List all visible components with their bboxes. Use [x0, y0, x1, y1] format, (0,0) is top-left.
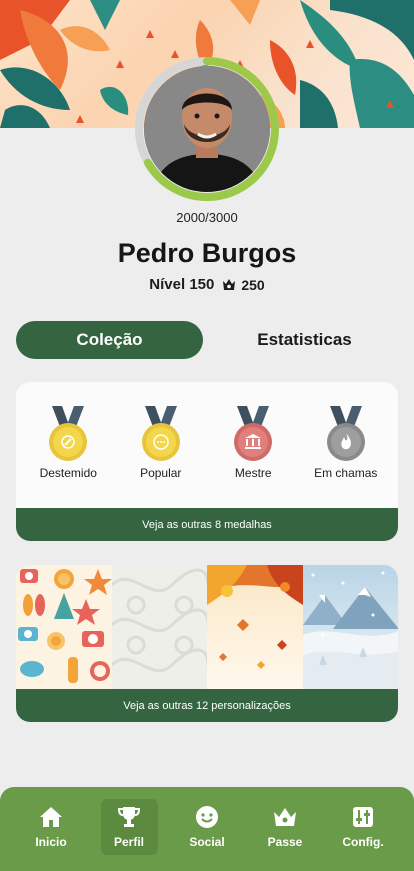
theme-winter[interactable] [302, 565, 398, 689]
theme-summer[interactable] [16, 565, 112, 689]
medal-popular[interactable]: Popular [117, 406, 205, 508]
medal-label: Popular [140, 466, 182, 480]
tab-colecao[interactable]: Coleção [16, 321, 203, 359]
avatar[interactable] [144, 66, 270, 192]
themes-card: Veja as outras 12 personalizações [16, 565, 398, 722]
medal-em-chamas[interactable]: Em chamas [302, 406, 390, 508]
theme-floral-pattern[interactable] [111, 565, 207, 689]
avatar-progress [134, 56, 280, 202]
smiley-icon [195, 805, 219, 829]
bottom-nav: Inicio Perfil Social Passe Config. [0, 787, 414, 871]
temple-icon [234, 406, 273, 461]
crown-coin-icon [223, 279, 236, 290]
trophy-icon [118, 805, 140, 829]
nav-label: Social [189, 835, 225, 849]
nav-label: Passe [267, 835, 303, 849]
medal-label: Em chamas [314, 466, 378, 480]
profile-tabs: Coleção Estatisticas [16, 321, 398, 359]
sliders-icon [352, 805, 374, 829]
themes-list [16, 565, 398, 689]
nav-inicio[interactable]: Inicio [23, 799, 80, 855]
medals-card: Destemido Popular Mestre Em chamas Veja … [16, 382, 398, 541]
profile-name: Pedro Burgos [117, 238, 297, 268]
see-more-medals-button[interactable]: Veja as outras 8 medalhas [16, 508, 398, 541]
nav-passe[interactable]: Passe [257, 799, 314, 855]
nav-config[interactable]: Config. [335, 799, 392, 855]
level-row: Nível 150 250 [0, 276, 414, 293]
coins-count: 250 [241, 276, 265, 293]
medal-destemido[interactable]: Destemido [24, 406, 112, 508]
flame-icon [326, 406, 365, 461]
compass-icon [49, 406, 88, 461]
crown-icon [273, 805, 297, 829]
tab-estatisticas[interactable]: Estatisticas [211, 321, 398, 359]
xp-counter: 2000/3000 [176, 210, 238, 225]
see-more-themes-button[interactable]: Veja as outras 12 personalizações [16, 689, 398, 722]
medal-label: Mestre [234, 466, 272, 480]
nav-social[interactable]: Social [179, 799, 236, 855]
nav-label: Config. [342, 835, 384, 849]
medal-label: Destemido [39, 466, 97, 480]
medals-list: Destemido Popular Mestre Em chamas [16, 382, 398, 508]
theme-autumn[interactable] [207, 565, 303, 689]
nav-label: Inicio [35, 835, 67, 849]
nav-perfil[interactable]: Perfil [100, 799, 158, 855]
chat-bubble-icon [141, 406, 180, 461]
level-text: Nível 150 [149, 276, 215, 293]
nav-label: Perfil [113, 835, 144, 849]
home-icon [39, 805, 63, 829]
coins-display: 250 [222, 276, 265, 293]
medal-mestre[interactable]: Mestre [209, 406, 297, 508]
